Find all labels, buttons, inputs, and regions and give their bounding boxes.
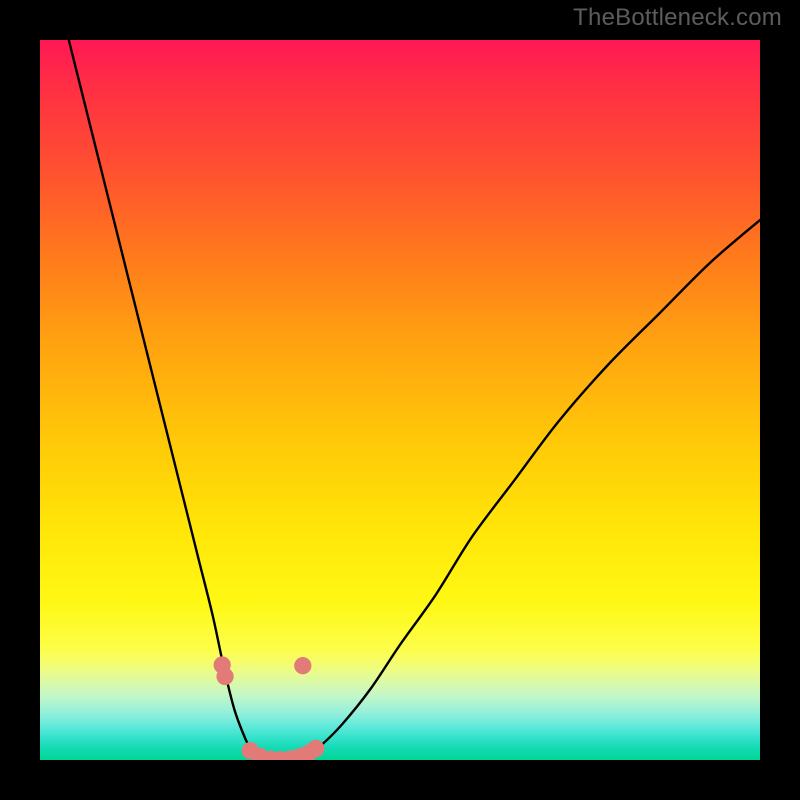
plot-background-gradient (40, 40, 760, 760)
app-frame: TheBottleneck.com (0, 0, 800, 800)
watermark-text: TheBottleneck.com (573, 4, 782, 32)
